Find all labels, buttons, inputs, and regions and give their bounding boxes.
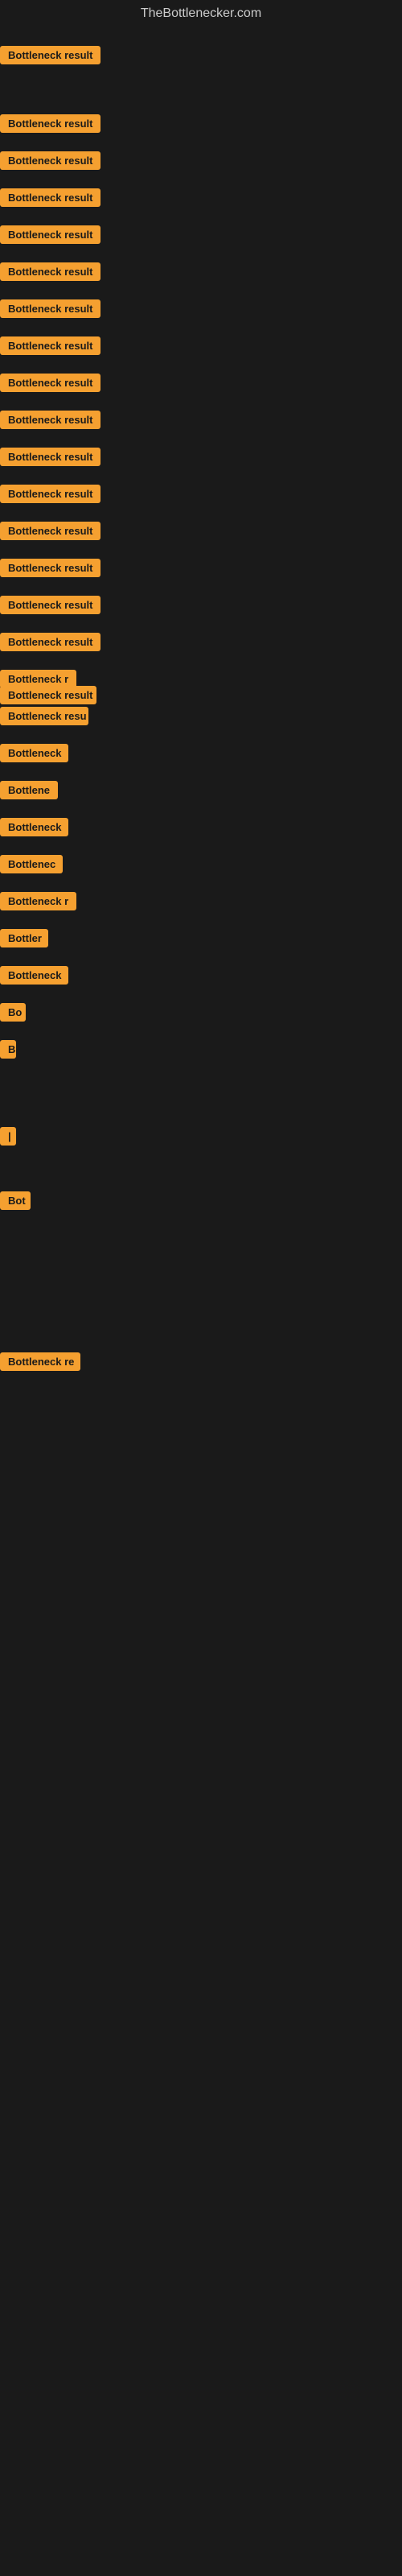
bottleneck-badge-17: Bottleneck result: [0, 686, 96, 704]
bottleneck-item-1: Bottleneck result: [0, 114, 100, 137]
bottleneck-badge-4: Bottleneck result: [0, 225, 100, 244]
bottleneck-item-21: Bottleneck: [0, 818, 68, 840]
bottleneck-item-13: Bottleneck result: [0, 559, 100, 581]
bottleneck-badge-5: Bottleneck result: [0, 262, 100, 281]
bottleneck-item-0: Bottleneck result: [0, 46, 100, 68]
bottleneck-badge-23: Bottleneck r: [0, 892, 76, 910]
bottleneck-item-14: Bottleneck result: [0, 596, 100, 618]
bottleneck-badge-2: Bottleneck result: [0, 151, 100, 170]
bottleneck-item-15: Bottleneck result: [0, 633, 100, 655]
bottleneck-badge-9: Bottleneck result: [0, 411, 100, 429]
bottleneck-badge-25: Bottleneck: [0, 966, 68, 985]
bottleneck-badge-10: Bottleneck result: [0, 448, 100, 466]
bottleneck-badge-8: Bottleneck result: [0, 374, 100, 392]
bottleneck-badge-13: Bottleneck result: [0, 559, 100, 577]
bottleneck-badge-11: Bottleneck result: [0, 485, 100, 503]
bottleneck-badge-1: Bottleneck result: [0, 114, 100, 133]
bottleneck-item-12: Bottleneck result: [0, 522, 100, 544]
bottleneck-item-10: Bottleneck result: [0, 448, 100, 470]
bottleneck-badge-7: Bottleneck result: [0, 336, 100, 355]
bottleneck-badge-12: Bottleneck result: [0, 522, 100, 540]
bottleneck-badge-19: Bottleneck: [0, 744, 68, 762]
bottleneck-item-30: Bottleneck re: [0, 1352, 80, 1375]
bottleneck-badge-20: Bottlene: [0, 781, 58, 799]
bottleneck-item-18: Bottleneck resu: [0, 707, 88, 729]
bottleneck-badge-3: Bottleneck result: [0, 188, 100, 207]
site-title: TheBottlenecker.com: [0, 0, 402, 27]
bottleneck-item-3: Bottleneck result: [0, 188, 100, 211]
bottleneck-badge-18: Bottleneck resu: [0, 707, 88, 725]
bottleneck-item-19: Bottleneck: [0, 744, 68, 766]
bottleneck-badge-22: Bottlenec: [0, 855, 63, 873]
bottleneck-item-2: Bottleneck result: [0, 151, 100, 174]
bottleneck-item-5: Bottleneck result: [0, 262, 100, 285]
bottleneck-badge-26: Bo: [0, 1003, 26, 1022]
bottleneck-item-9: Bottleneck result: [0, 411, 100, 433]
bottleneck-badge-15: Bottleneck result: [0, 633, 100, 651]
bottleneck-badge-28: |: [0, 1127, 16, 1146]
bottleneck-badge-21: Bottleneck: [0, 818, 68, 836]
bottleneck-item-24: Bottler: [0, 929, 48, 952]
bottleneck-item-11: Bottleneck result: [0, 485, 100, 507]
bottleneck-item-17: Bottleneck result: [0, 686, 96, 708]
bottleneck-item-7: Bottleneck result: [0, 336, 100, 359]
bottleneck-item-4: Bottleneck result: [0, 225, 100, 248]
bottleneck-badge-0: Bottleneck result: [0, 46, 100, 64]
bottleneck-badge-6: Bottleneck result: [0, 299, 100, 318]
bottleneck-item-20: Bottlene: [0, 781, 58, 803]
bottleneck-badge-14: Bottleneck result: [0, 596, 100, 614]
bottleneck-item-29: Bot: [0, 1191, 31, 1214]
bottleneck-item-22: Bottlenec: [0, 855, 63, 877]
bottleneck-badge-29: Bot: [0, 1191, 31, 1210]
bottleneck-item-8: Bottleneck result: [0, 374, 100, 396]
bottleneck-item-6: Bottleneck result: [0, 299, 100, 322]
bottleneck-item-25: Bottleneck: [0, 966, 68, 989]
bottleneck-badge-30: Bottleneck re: [0, 1352, 80, 1371]
bottleneck-badge-27: B: [0, 1040, 16, 1059]
bottleneck-item-26: Bo: [0, 1003, 26, 1026]
bottleneck-item-27: B: [0, 1040, 16, 1063]
bottleneck-item-28: |: [0, 1127, 16, 1150]
bottleneck-badge-24: Bottler: [0, 929, 48, 947]
bottleneck-item-23: Bottleneck r: [0, 892, 76, 914]
